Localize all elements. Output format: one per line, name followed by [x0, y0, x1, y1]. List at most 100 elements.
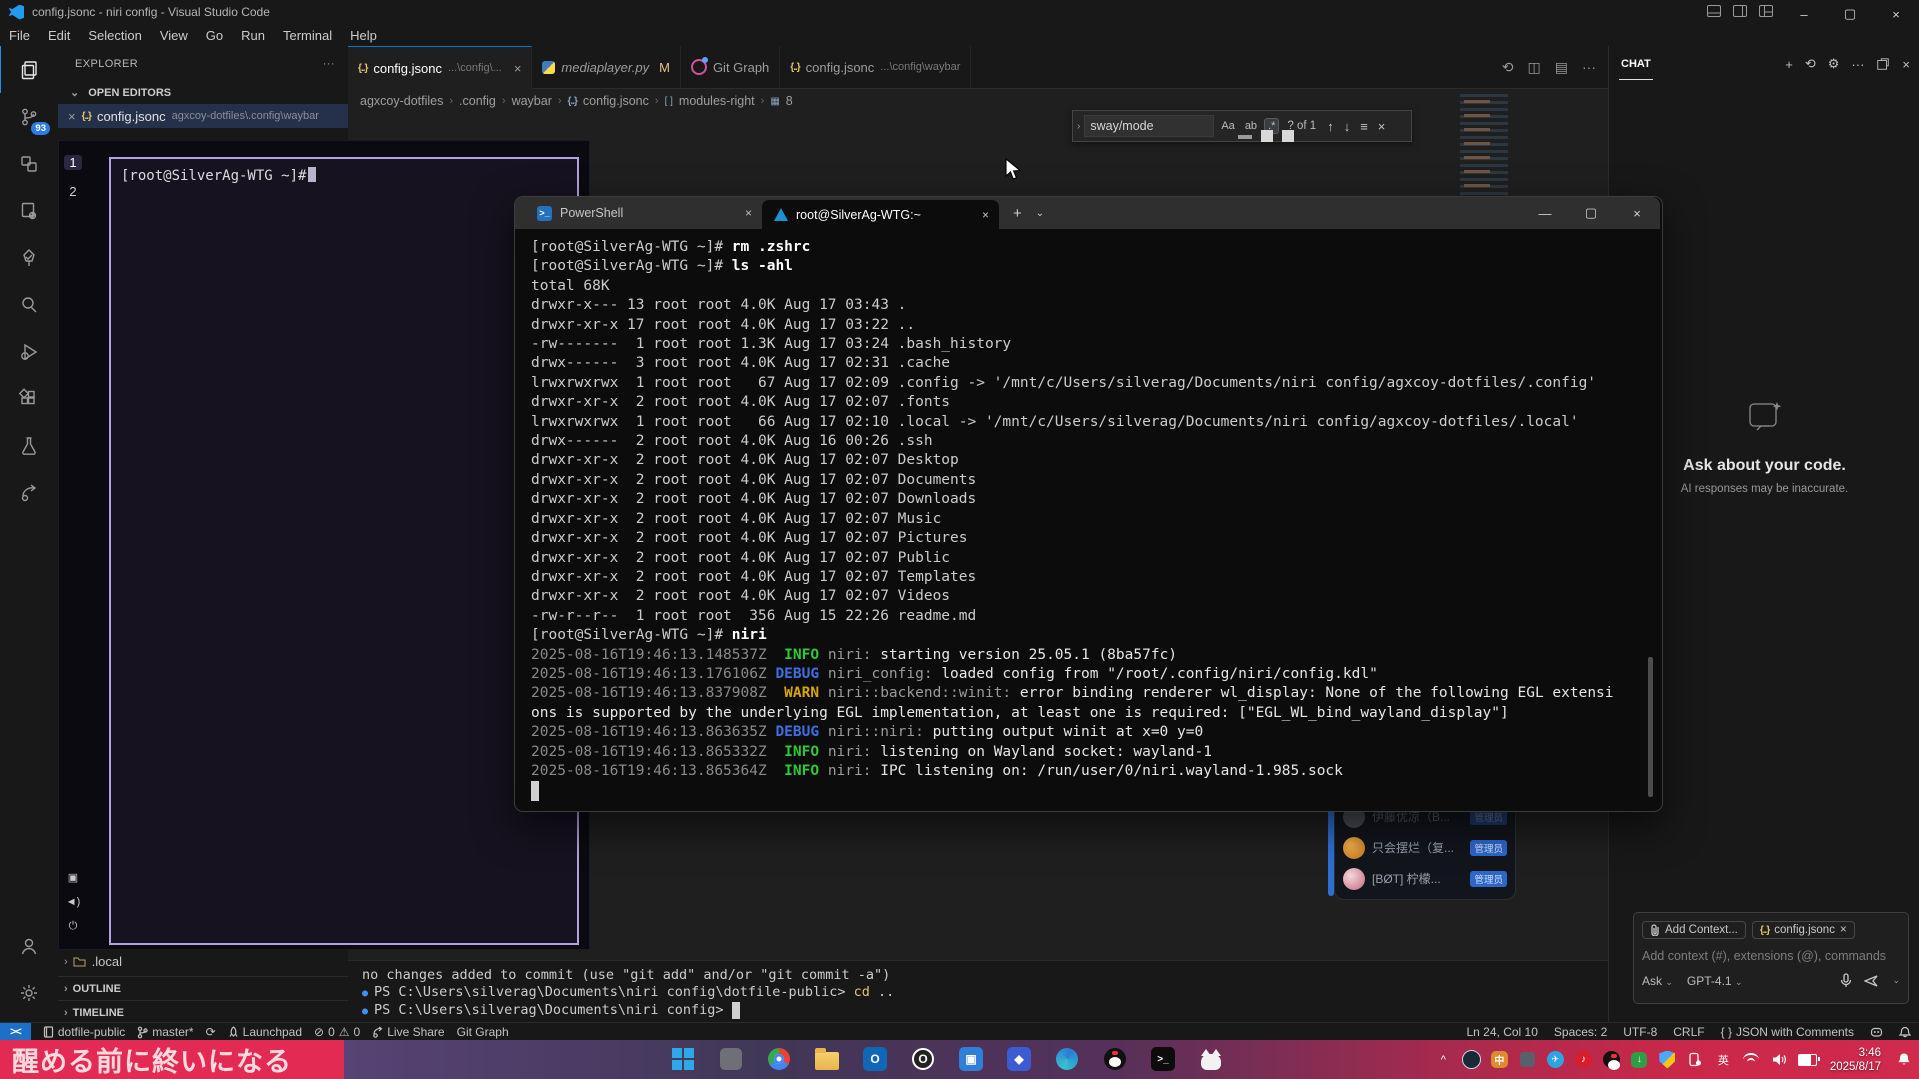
list-item[interactable]: [BØT] 柠檬... 管理员 — [1343, 863, 1507, 894]
tab-dropdown-icon[interactable]: ⌄ — [1036, 208, 1044, 219]
open-editor-item[interactable]: × {..} config.jsonc agxcoy-dotfiles\.con… — [58, 104, 348, 128]
chat-input-placeholder[interactable]: Add context (#), extensions (@), command… — [1642, 949, 1900, 963]
close-button[interactable]: × — [1614, 197, 1660, 229]
tab-mediaplayer-py[interactable]: mediaplayer.py M — [532, 46, 681, 88]
match-case-toggle[interactable]: Aa — [1218, 119, 1237, 133]
tab-wsl-arch[interactable]: root@SilverAg-WTG:~ × — [762, 200, 999, 229]
minimize-button[interactable]: – — [1781, 0, 1827, 28]
mode-dropdown[interactable]: Ask ⌄ — [1642, 974, 1673, 988]
close-icon[interactable]: × — [745, 206, 752, 220]
menu-run[interactable]: Run — [232, 28, 274, 43]
list-item[interactable]: 只会摆烂（复... 管理员 — [1343, 832, 1507, 863]
toggle-panel-icon[interactable] — [1706, 3, 1722, 19]
tab-chat[interactable]: CHAT — [1619, 49, 1653, 80]
customize-layout-icon[interactable] — [1758, 3, 1774, 19]
settings-gear-icon[interactable] — [0, 969, 58, 1016]
app-blue-tile-icon[interactable]: ▣ — [956, 1044, 986, 1074]
live-share-indicator[interactable]: Live Share — [372, 1025, 444, 1039]
tray-expand-chevron[interactable]: ^ — [1434, 1050, 1453, 1069]
repo-indicator[interactable]: dotfile-public — [43, 1025, 125, 1039]
chat-input-box[interactable]: Add Context... {..} config.jsonc × Add c… — [1633, 912, 1909, 1004]
idm-icon[interactable]: ↓ — [1630, 1050, 1649, 1069]
find-expand-icon[interactable]: › — [1077, 121, 1080, 132]
explorer-icon[interactable] — [0, 46, 59, 93]
workspace-2[interactable]: 2 — [69, 184, 76, 199]
terminal-output[interactable]: [root@SilverAg-WTG ~]# rm .zshrc[root@Si… — [515, 229, 1654, 808]
workspace-1[interactable]: 1 — [64, 155, 81, 170]
tab-config-jsonc[interactable]: {..} config.jsonc ...\config\... × — [348, 46, 532, 89]
cat-app-icon[interactable] — [1196, 1044, 1226, 1074]
send-dropdown-icon[interactable]: ⌄ — [1892, 975, 1900, 986]
close-button[interactable]: × — [1873, 0, 1919, 28]
add-context-chip[interactable]: Add Context... — [1642, 921, 1746, 939]
split-editor-icon[interactable]: ◫ — [1528, 59, 1541, 76]
battery-icon[interactable] — [1798, 1050, 1817, 1069]
close-icon[interactable]: × — [982, 208, 989, 222]
terminal-scrollbar[interactable] — [1648, 657, 1653, 797]
timeline-history-icon[interactable]: ⟲ — [1502, 59, 1514, 76]
model-dropdown[interactable]: GPT-4.1 ⌄ — [1687, 974, 1743, 988]
remote-explorer-icon[interactable] — [0, 140, 58, 187]
source-control-icon[interactable]: 93 — [0, 93, 58, 140]
find-input[interactable]: sway/mode — [1084, 115, 1214, 137]
breadcrumb-root[interactable]: agxcoy-dotfiles — [360, 94, 443, 108]
eol-sequence[interactable]: CRLF — [1673, 1025, 1704, 1039]
new-chat-icon[interactable]: + — [1785, 57, 1793, 72]
git-graph-indicator[interactable]: Git Graph — [457, 1025, 509, 1039]
more-actions-icon[interactable]: ··· — [1582, 59, 1596, 75]
open-editors-section[interactable]: ⌄ OPEN EDITORS — [64, 86, 171, 99]
close-icon[interactable]: × — [1902, 57, 1910, 72]
new-tab-button[interactable]: + — [1013, 205, 1022, 222]
timeline-section[interactable]: › TIMELINE — [58, 1000, 348, 1024]
previous-match-icon[interactable]: ↑ — [1324, 119, 1337, 134]
ime-language-indicator[interactable]: 英 — [1714, 1050, 1733, 1069]
indentation[interactable]: Spaces: 2 — [1554, 1025, 1607, 1039]
tray-app-icon[interactable] — [1518, 1050, 1537, 1069]
telegram-icon[interactable]: ✈ — [1546, 1050, 1565, 1069]
breadcrumb-config[interactable]: .config — [459, 94, 496, 108]
breadcrumb-file[interactable]: config.jsonc — [583, 94, 649, 108]
notifications-bell-icon[interactable] — [1899, 1026, 1911, 1039]
more-actions-icon[interactable]: ··· — [1851, 57, 1864, 72]
steam-icon[interactable] — [1462, 1050, 1481, 1069]
maximize-button[interactable]: ▢ — [1827, 0, 1873, 28]
send-icon[interactable] — [1864, 974, 1880, 988]
mini-minimize-icon[interactable] — [1238, 135, 1252, 139]
encoding[interactable]: UTF-8 — [1623, 1025, 1657, 1039]
menu-go[interactable]: Go — [197, 28, 232, 43]
run-debug-icon[interactable] — [0, 328, 58, 375]
search-icon[interactable] — [0, 281, 58, 328]
outlook-icon[interactable]: O — [860, 1044, 890, 1074]
menu-edit[interactable]: Edit — [39, 28, 79, 43]
mini-restore-icon[interactable] — [1261, 130, 1273, 142]
close-icon[interactable]: × — [68, 109, 76, 124]
tab-powershell[interactable]: >_ PowerShell × — [525, 197, 762, 229]
next-match-icon[interactable]: ↓ — [1341, 119, 1354, 134]
find-in-selection-icon[interactable]: ≡ — [1357, 119, 1371, 134]
tab-config-jsonc-waybar[interactable]: {..} config.jsonc ...\config\waybar — [780, 46, 971, 88]
terminal-titlebar[interactable]: >_ PowerShell × root@SilverAg-WTG:~ × + … — [515, 197, 1660, 229]
wifi-icon[interactable] — [1742, 1050, 1761, 1069]
explorer-more-actions[interactable]: ··· — [323, 58, 335, 70]
niri-terminal-window[interactable]: [root@SilverAg-WTG ~]# — [109, 157, 579, 945]
language-mode[interactable]: { } JSON with Comments — [1721, 1025, 1854, 1039]
notification-bell-icon[interactable] — [1894, 1050, 1913, 1069]
run-config-icon[interactable] — [0, 187, 58, 234]
minimize-button[interactable]: — — [1522, 197, 1568, 229]
maximize-button[interactable]: ▢ — [1568, 197, 1614, 229]
phone-link-icon[interactable] — [1686, 1050, 1705, 1069]
windows-terminal-icon[interactable]: >_ — [1148, 1044, 1178, 1074]
close-icon[interactable]: × — [514, 61, 522, 76]
taskbar-clock[interactable]: 3:46 2025/8/17 — [1830, 1046, 1881, 1074]
opera-icon[interactable]: O — [908, 1044, 938, 1074]
menu-selection[interactable]: Selection — [79, 28, 150, 43]
copilot-icon[interactable] — [1870, 1026, 1883, 1038]
qq-tray-icon[interactable] — [1602, 1050, 1621, 1069]
layout-icon[interactable]: ▤ — [1555, 59, 1568, 76]
git-branch-indicator[interactable]: master* — [137, 1025, 193, 1039]
live-share-icon[interactable] — [0, 469, 58, 516]
windows-terminal-window[interactable]: >_ PowerShell × root@SilverAg-WTG:~ × + … — [514, 196, 1663, 812]
chrome-icon[interactable] — [764, 1044, 794, 1074]
breadcrumb-symbol[interactable]: modules-right — [679, 94, 755, 108]
app-indigo-tile-icon[interactable]: ◆ — [1004, 1044, 1034, 1074]
